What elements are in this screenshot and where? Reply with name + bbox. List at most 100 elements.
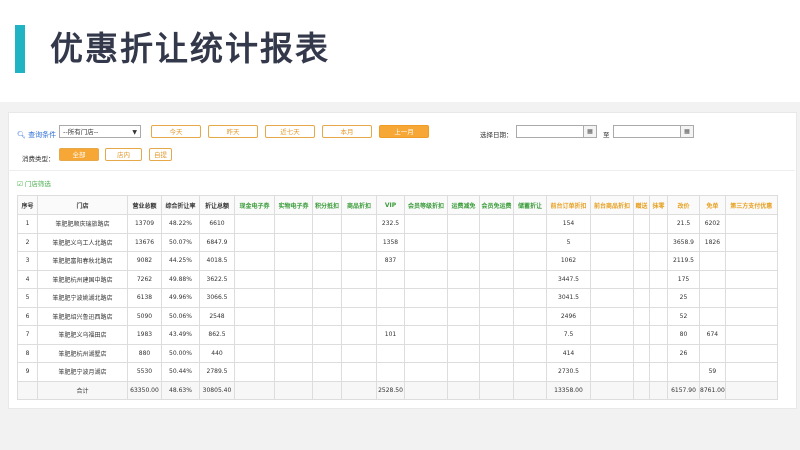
table-cell: [590, 343, 634, 363]
table-cell: [404, 269, 448, 289]
table-cell: 44.25%: [161, 251, 200, 271]
table-cell: [479, 306, 514, 326]
calendar-icon[interactable]: ▦: [680, 125, 694, 138]
table-cell: 笨肥肥富阳春秋北路店: [37, 251, 128, 271]
range-button-last-month[interactable]: 上一月: [379, 125, 429, 138]
table-cell: [649, 251, 668, 271]
table-cell: [274, 325, 313, 345]
table-cell: [649, 306, 668, 326]
consume-button-pickup[interactable]: 自提: [149, 148, 172, 161]
table-cell: [649, 380, 668, 400]
table-cell: 13709: [127, 214, 162, 234]
table-cell: 1983: [127, 325, 162, 345]
header-index: 序号: [17, 195, 38, 215]
table-cell: 笨肥肥宁波姚湖北路店: [37, 288, 128, 308]
table-cell: 2528.50: [376, 380, 405, 400]
table-cell: [341, 269, 377, 289]
table-cell: [447, 269, 480, 289]
table-cell: [447, 251, 480, 271]
table-cell: [633, 362, 650, 382]
table-cell: [376, 306, 405, 326]
table-cell: 2496: [546, 306, 591, 326]
table-row: 8 笨肥肥杭州湖墅店 880 50.00% 440 414 26: [17, 343, 778, 363]
search-conditions[interactable]: 🔍︎ 查询条件: [17, 130, 56, 140]
table-cell: [724, 362, 778, 382]
filter-divider: [8, 170, 795, 171]
range-button-yesterday[interactable]: 昨天: [208, 125, 258, 138]
header-discount-rate: 综合折让率: [161, 195, 200, 215]
table-cell: 30805.40: [199, 380, 235, 400]
table-cell: [376, 269, 405, 289]
table-cell: 1062: [546, 251, 591, 271]
table-cell: [404, 232, 448, 252]
table-cell: [312, 232, 342, 252]
table-cell: [404, 251, 448, 271]
header-member-free-freight: 会员免运费: [479, 195, 514, 215]
table-cell: [724, 325, 778, 345]
table-cell: [724, 269, 778, 289]
table-cell: [724, 288, 778, 308]
table-cell: [341, 288, 377, 308]
table-cell: [633, 325, 650, 345]
table-cell: 837: [376, 251, 405, 271]
table-cell: 414: [546, 343, 591, 363]
table-cell: [513, 343, 547, 363]
header-goods-coupon: 实物电子券: [274, 195, 313, 215]
table-cell: [590, 380, 634, 400]
table-row: 4 笨肥肥杭州建国中路店 7262 49.88% 3622.5 3447.5 175: [17, 269, 778, 289]
table-cell: [649, 288, 668, 308]
consume-button-all[interactable]: 全部: [59, 148, 99, 161]
consume-button-dine-in[interactable]: 店内: [105, 148, 142, 161]
table-cell: [447, 214, 480, 234]
range-button-this-month[interactable]: 本月: [322, 125, 372, 138]
table-cell: [404, 214, 448, 234]
table-cell: [234, 306, 275, 326]
total-row: 合计 63350.00 48.63% 30805.40 2528.50 13358.00 6…: [17, 380, 778, 400]
table-cell: [479, 232, 514, 252]
table-cell: 1826: [699, 232, 726, 252]
table-row: 1 笨肥肥顺庆瑞旅路店 13709 48.22% 6610 232.5 154 21.5 620…: [17, 214, 778, 234]
table-cell: 175: [667, 269, 700, 289]
range-button-today[interactable]: 今天: [151, 125, 201, 138]
table-cell: [234, 269, 275, 289]
table-cell: [649, 232, 668, 252]
table-cell: [274, 214, 313, 234]
table-cell: [649, 325, 668, 345]
table-cell: [649, 269, 668, 289]
table-cell: 49.88%: [161, 269, 200, 289]
table-cell: [633, 269, 650, 289]
table-cell: [633, 343, 650, 363]
store-select[interactable]: --所有门店-- ▼: [59, 125, 141, 138]
table-cell: 2548: [199, 306, 235, 326]
range-button-last7days[interactable]: 近七天: [265, 125, 315, 138]
table-cell: 3447.5: [546, 269, 591, 289]
table-row: 3 笨肥肥富阳春秋北路店 9082 44.25% 4018.5 837 1062 2119.5: [17, 251, 778, 271]
table-cell: [404, 306, 448, 326]
table-cell: 50.00%: [161, 343, 200, 363]
table-cell: [341, 251, 377, 271]
table-cell: 9082: [127, 251, 162, 271]
checkbox-icon: ☑: [17, 180, 23, 188]
table-cell: 5530: [127, 362, 162, 382]
table-cell: [341, 232, 377, 252]
table-cell: [341, 380, 377, 400]
table-cell: [376, 288, 405, 308]
table-cell: [312, 362, 342, 382]
table-cell: [513, 251, 547, 271]
table-cell: 154: [546, 214, 591, 234]
header-free-order: 免单: [699, 195, 726, 215]
table-cell: [699, 288, 726, 308]
table-cell: [590, 362, 634, 382]
table-cell: 50.07%: [161, 232, 200, 252]
table-cell: 101: [376, 325, 405, 345]
header-savings: 储蓄折让: [513, 195, 547, 215]
table-cell: 5: [546, 232, 591, 252]
store-filter-link[interactable]: ☑ 门店筛选: [17, 178, 51, 188]
calendar-icon[interactable]: ▦: [583, 125, 597, 138]
table-cell: 440: [199, 343, 235, 363]
table-cell: 49.96%: [161, 288, 200, 308]
header-points: 积分抵扣: [312, 195, 342, 215]
table-cell: 2119.5: [667, 251, 700, 271]
table-cell: [633, 288, 650, 308]
table-cell: [312, 343, 342, 363]
